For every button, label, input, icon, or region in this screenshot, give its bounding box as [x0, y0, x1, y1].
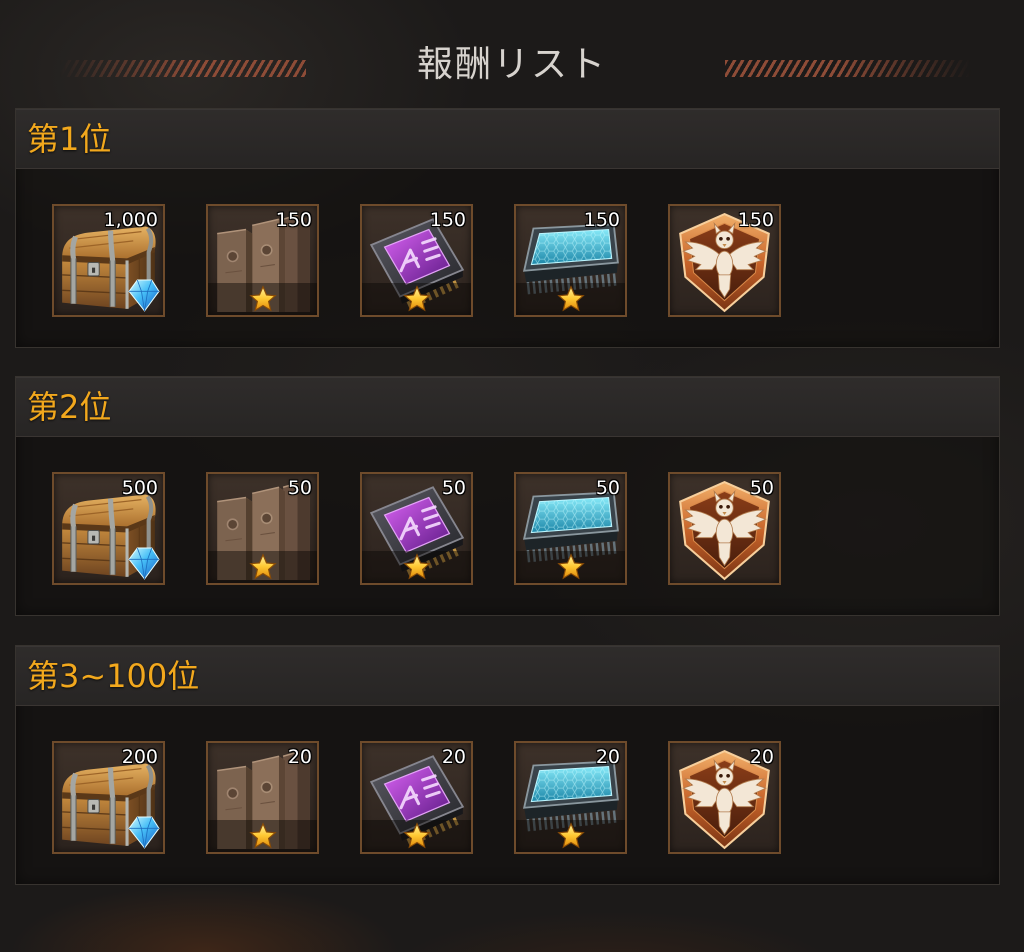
reward-item[interactable]: 200: [52, 741, 165, 854]
reward-item[interactable]: 1,000: [52, 204, 165, 317]
item-count: 20: [441, 746, 466, 768]
rank-header: 第1位: [16, 109, 999, 169]
reward-item[interactable]: 150: [514, 204, 627, 317]
star-icon: [403, 822, 431, 850]
reward-item[interactable]: 50: [514, 472, 627, 585]
star-icon: [403, 553, 431, 581]
reward-item[interactable]: 20: [206, 741, 319, 854]
star-icon: [249, 285, 277, 313]
reward-item[interactable]: 50: [668, 472, 781, 585]
item-count: 1,000: [103, 209, 158, 231]
rank-3-100-reward-panel: 第3~100位 200 20 20 20 20: [15, 645, 1000, 885]
item-count: 500: [121, 477, 158, 499]
rank-label: 第1位: [27, 120, 112, 158]
reward-item-row: 500 50 50 50 50: [52, 472, 781, 585]
star-icon: [249, 822, 277, 850]
item-count: 150: [275, 209, 312, 231]
reward-item[interactable]: 20: [514, 741, 627, 854]
reward-item-row: 200 20 20 20 20: [52, 741, 781, 854]
item-count: 150: [583, 209, 620, 231]
item-count: 50: [749, 477, 774, 499]
reward-item[interactable]: 20: [360, 741, 473, 854]
reward-item-row: 1,000 150 150 150 150: [52, 204, 781, 317]
star-icon: [557, 553, 585, 581]
rank-header: 第2位: [16, 377, 999, 437]
rank-label: 第3~100位: [27, 657, 200, 695]
reward-item[interactable]: 150: [360, 204, 473, 317]
item-count: 50: [287, 477, 312, 499]
star-icon: [557, 822, 585, 850]
item-count: 200: [121, 746, 158, 768]
item-count: 20: [287, 746, 312, 768]
rank-1-reward-panel: 第1位 1,000 150 150 150 150: [15, 108, 1000, 348]
reward-item[interactable]: 50: [206, 472, 319, 585]
reward-item[interactable]: 50: [360, 472, 473, 585]
item-count: 20: [749, 746, 774, 768]
item-count: 150: [429, 209, 466, 231]
reward-item[interactable]: 500: [52, 472, 165, 585]
reward-item[interactable]: 150: [668, 204, 781, 317]
item-count: 150: [737, 209, 774, 231]
item-count: 50: [595, 477, 620, 499]
item-count: 20: [595, 746, 620, 768]
rank-header: 第3~100位: [16, 646, 999, 706]
star-icon: [249, 553, 277, 581]
rank-2-reward-panel: 第2位 500 50 50 50 50: [15, 376, 1000, 616]
item-count: 50: [441, 477, 466, 499]
star-icon: [557, 285, 585, 313]
reward-item[interactable]: 20: [668, 741, 781, 854]
title-ornament-right: [725, 60, 971, 77]
reward-item[interactable]: 150: [206, 204, 319, 317]
star-icon: [403, 285, 431, 313]
rank-label: 第2位: [27, 388, 112, 426]
